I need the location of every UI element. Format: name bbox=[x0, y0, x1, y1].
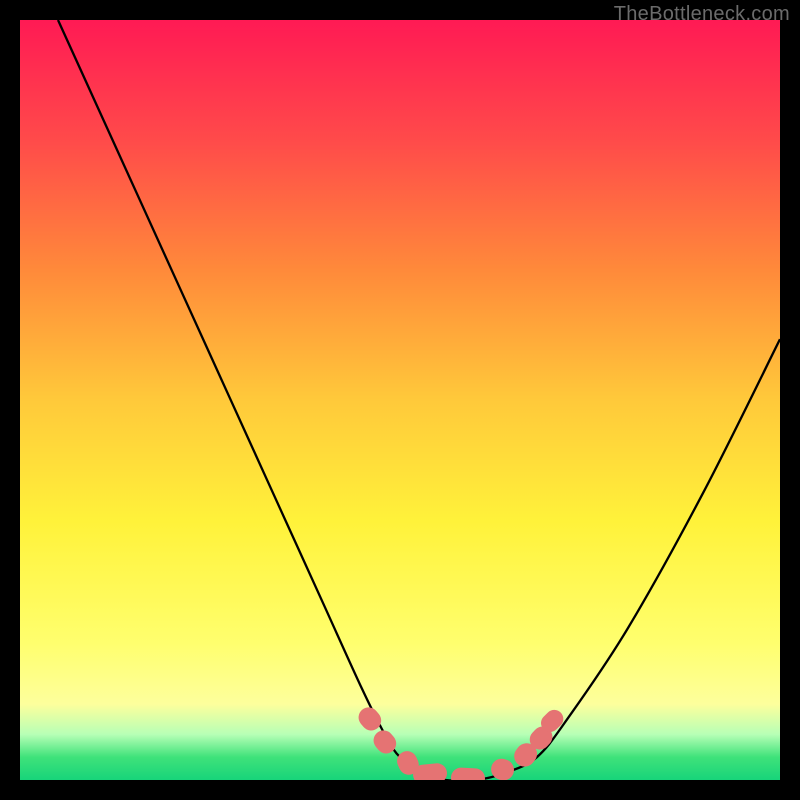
watermark-text: TheBottleneck.com bbox=[614, 3, 790, 26]
curve-marker bbox=[412, 762, 448, 780]
bottleneck-curve bbox=[20, 20, 780, 780]
plot-area bbox=[20, 20, 780, 780]
